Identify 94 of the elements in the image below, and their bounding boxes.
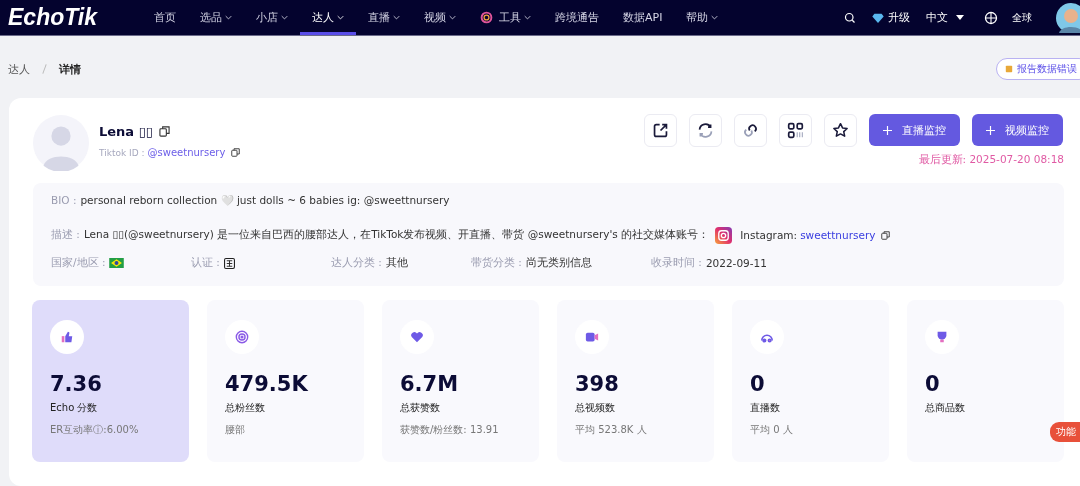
copy-icon[interactable] bbox=[158, 126, 170, 137]
stat-label: 直播数 bbox=[750, 401, 780, 415]
monitor-button[interactable]: 直播监控 bbox=[869, 114, 960, 146]
nav-item[interactable]: 跨境通告 bbox=[543, 0, 611, 35]
stat-label: 总粉丝数 bbox=[225, 401, 265, 415]
last-updated: 最后更新: 2025-07-20 08:18 bbox=[918, 153, 1064, 167]
stat-card[interactable]: 7.36 Echo 分数 ER互动率ⓘ:6.00% bbox=[32, 300, 189, 462]
field-label: 带货分类 : bbox=[471, 256, 522, 270]
copy-icon[interactable] bbox=[231, 148, 241, 157]
field-label: 收录时间 : bbox=[651, 256, 702, 270]
avatar bbox=[33, 115, 89, 171]
field-value: 尚无类别信息 bbox=[525, 256, 592, 270]
handle-link[interactable]: @sweetnursery bbox=[147, 147, 226, 158]
chevron-icon bbox=[449, 15, 456, 20]
stat-note: 获赞数/粉丝数: 13.91 bbox=[400, 423, 499, 437]
diamond-icon bbox=[872, 12, 884, 23]
like-icon bbox=[60, 330, 74, 344]
stat-value: 6.7M bbox=[400, 372, 459, 396]
copy-icon[interactable] bbox=[881, 230, 891, 240]
plus-icon bbox=[986, 125, 995, 135]
creator-name: Lena ▯▯ bbox=[99, 124, 153, 139]
stat-label: 总视频数 bbox=[575, 401, 615, 415]
stat-card[interactable]: 398 总视频数 平均 523.8K 人 bbox=[557, 300, 714, 462]
verified-badge-icon bbox=[223, 257, 235, 269]
star-button[interactable] bbox=[824, 114, 857, 147]
nav-item[interactable]: 工具 bbox=[468, 0, 543, 35]
stat-label: 总获赞数 bbox=[400, 401, 440, 415]
region-link[interactable]: 全球 bbox=[1012, 10, 1032, 25]
qrcode-icon bbox=[787, 122, 804, 139]
chevron-icon bbox=[711, 15, 719, 20]
flower-icon bbox=[480, 11, 493, 24]
stat-card[interactable]: 0 直播数 平均 0 人 bbox=[732, 300, 889, 462]
stat-value: 479.5K bbox=[225, 372, 308, 396]
chevron-icon bbox=[337, 15, 344, 20]
nav-item[interactable]: 小店 bbox=[244, 0, 300, 35]
stat-value: 0 bbox=[925, 372, 940, 396]
video-icon bbox=[585, 330, 599, 344]
bio-label: BIO : bbox=[51, 194, 77, 206]
field-label: 达人分类 : bbox=[331, 256, 382, 270]
chevron-icon bbox=[225, 15, 232, 20]
description-text: Lena ▯▯(@sweetnursery) 是一位来自巴西的腰部达人，在TikTok发布视频、开直播、带货 @sweetnursery's 的社交媒体账号： bbox=[83, 228, 710, 242]
nav-item[interactable]: 帮助 bbox=[674, 0, 731, 35]
stat-value: 0 bbox=[750, 372, 765, 396]
chevron-icon bbox=[393, 15, 400, 20]
language-dropdown[interactable]: 中文 bbox=[926, 10, 964, 25]
stat-label: Echo 分数 bbox=[50, 401, 98, 415]
refresh-icon bbox=[697, 122, 714, 139]
nav-item[interactable]: 视频 bbox=[412, 0, 468, 35]
stat-card[interactable]: 6.7M 总获赞数 获赞数/粉丝数: 13.91 bbox=[382, 300, 539, 462]
id-label: Tiktok ID : bbox=[99, 147, 145, 158]
stat-note: ER互动率ⓘ:6.00% bbox=[50, 423, 139, 437]
field-label: 国家/地区 : bbox=[51, 256, 106, 270]
instagram-icon[interactable] bbox=[715, 226, 733, 244]
stat-label: 总商品数 bbox=[925, 401, 965, 415]
field-value: 2022-09-11 bbox=[705, 257, 767, 269]
link-button[interactable] bbox=[734, 114, 767, 147]
chevron-icon bbox=[281, 15, 288, 20]
stat-note: 腰部 bbox=[225, 423, 245, 437]
breadcrumb-item[interactable]: 详情 bbox=[59, 61, 81, 77]
instagram-label: Instagram: bbox=[740, 229, 798, 241]
breadcrumb-item[interactable]: 达人 bbox=[8, 61, 30, 77]
caret-icon bbox=[956, 15, 964, 20]
chevron-icon bbox=[524, 15, 531, 20]
field-value: 其他 bbox=[385, 256, 408, 270]
upgrade-link[interactable]: 升级 bbox=[872, 10, 910, 25]
nav-item[interactable]: 达人 bbox=[300, 0, 356, 35]
target-icon bbox=[235, 330, 249, 344]
star-icon bbox=[832, 122, 849, 139]
field-label: 认证 : bbox=[191, 256, 220, 270]
plus-icon bbox=[883, 125, 892, 135]
feature-tab[interactable]: 功能 bbox=[1050, 422, 1080, 442]
stat-card[interactable]: 479.5K 总粉丝数 腰部 bbox=[207, 300, 364, 462]
avatar[interactable] bbox=[1056, 2, 1080, 33]
stat-note: 平均 0 人 bbox=[750, 423, 793, 437]
nav-item[interactable]: 选品 bbox=[188, 0, 244, 35]
instagram-link[interactable]: sweettnursery bbox=[800, 229, 876, 241]
logo[interactable]: EchoTik bbox=[8, 4, 128, 31]
share-icon bbox=[652, 122, 669, 139]
stat-note: 平均 523.8K 人 bbox=[575, 423, 647, 437]
nav-item[interactable]: 直播 bbox=[356, 0, 412, 35]
search-icon[interactable] bbox=[844, 11, 856, 24]
stat-value: 398 bbox=[575, 372, 619, 396]
nav-item[interactable]: 数据API bbox=[611, 0, 675, 35]
qrcode-button[interactable] bbox=[779, 114, 812, 147]
link-icon bbox=[742, 122, 759, 139]
description-label: 描述 : bbox=[51, 228, 80, 242]
trophy-icon bbox=[935, 330, 949, 344]
heart-icon bbox=[410, 330, 424, 344]
monitor-button[interactable]: 视频监控 bbox=[972, 114, 1063, 146]
refresh-button[interactable] bbox=[689, 114, 722, 147]
nav-item[interactable]: 首页 bbox=[142, 0, 188, 35]
share-button[interactable] bbox=[644, 114, 677, 147]
report-error-button[interactable]: 报告数据错误 bbox=[996, 58, 1080, 80]
stat-value: 7.36 bbox=[50, 372, 102, 396]
